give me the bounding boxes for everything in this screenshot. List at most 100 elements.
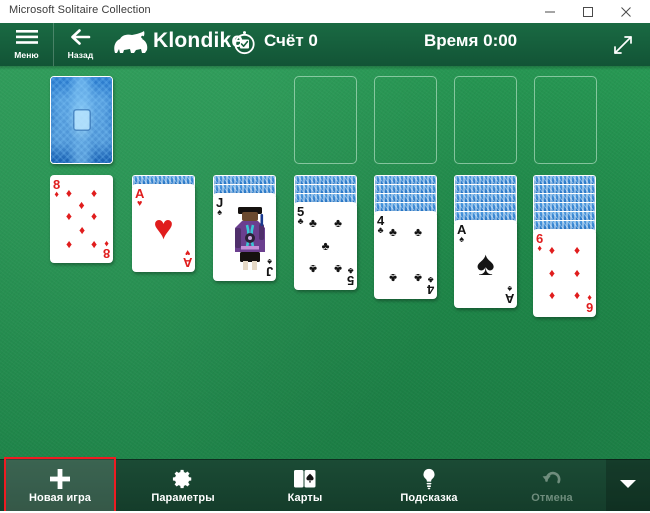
card-pip: ♣	[414, 225, 423, 240]
card-corner-bottom: 8 ♦	[102, 239, 110, 261]
options-label: Параметры	[151, 492, 215, 504]
minimize-icon	[545, 11, 555, 12]
table-top-shadow	[0, 66, 650, 70]
score-display: Счёт 0	[264, 31, 318, 50]
card-face: 8 ♦ 8 ♦ ♦ ♦ ♦ ♦ ♦ ♦ ♦ ♦	[50, 175, 113, 263]
card-pip: ♦	[65, 237, 72, 252]
card-pip: ♦	[574, 243, 581, 258]
foundation-slot-1[interactable]	[294, 76, 357, 164]
plus-icon	[49, 468, 71, 490]
card-corner-bottom: 4 ♣	[426, 275, 434, 297]
card-pip: ♦	[78, 197, 85, 212]
card-corner-top: 6 ♦	[536, 231, 544, 253]
tableau-card-col-2[interactable]: A ♥ A ♥ ♥	[132, 184, 195, 272]
foundation-slot-3[interactable]	[454, 76, 517, 164]
card-corner-bottom: A ♥	[182, 248, 192, 270]
card-pip: ♣	[308, 216, 317, 231]
score-badge-icon	[232, 30, 257, 55]
court-figure	[227, 205, 273, 273]
card-pip: ♣	[308, 261, 317, 276]
card-face: 6 ♦ 6 ♦ ♦ ♦ ♦ ♦ ♦ ♦	[533, 229, 596, 317]
polar-bear-icon	[112, 31, 150, 57]
tableau-card-col-4[interactable]: 5 ♣ 5 ♣ ♣ ♣ ♣ ♣ ♣	[294, 202, 357, 290]
tableau-card-col-5[interactable]: 4 ♣ 4 ♣ ♣ ♣ ♣ ♣	[374, 211, 437, 299]
foundation-slot-2[interactable]	[374, 76, 437, 164]
back-arrow-icon	[70, 29, 92, 49]
new-game-label: Новая игра	[28, 492, 92, 504]
card-pip: ♦	[65, 186, 72, 201]
card-corner-bottom: 6 ♦	[585, 293, 593, 315]
tableau-card-col-7[interactable]: 6 ♦ 6 ♦ ♦ ♦ ♦ ♦ ♦ ♦	[533, 229, 596, 317]
card-corner-top: A ♥	[135, 186, 145, 208]
hint-label: Подсказка	[400, 492, 458, 504]
card-pip: ♣	[388, 225, 397, 240]
card-corner-bottom: A ♠	[504, 284, 514, 306]
gear-icon	[172, 468, 194, 490]
stock-pile[interactable]	[50, 76, 113, 164]
options-button[interactable]: Параметры	[128, 459, 238, 513]
window-title: Microsoft Solitaire Collection	[9, 4, 151, 16]
back-button-label: Назад	[67, 50, 94, 60]
new-game-button[interactable]: Новая игра	[6, 459, 114, 513]
card-pip: ♣	[321, 239, 330, 253]
undo-label: Отмена	[531, 492, 573, 504]
card-pip: ♦	[574, 288, 581, 303]
card-pip: ♦	[78, 224, 85, 239]
solitaire-window: Microsoft Solitaire Collection Меню Наза…	[0, 0, 650, 513]
card-corner-top: 5 ♣	[297, 204, 305, 226]
card-pip: ♣	[388, 270, 397, 285]
undo-icon	[540, 468, 564, 490]
card-pip: ♦	[574, 266, 581, 280]
card-pip: ♦	[65, 209, 72, 224]
card-face: 4 ♣ 4 ♣ ♣ ♣ ♣ ♣	[374, 211, 437, 299]
cards-button[interactable]: Карты	[255, 459, 355, 513]
lightbulb-icon	[420, 468, 438, 490]
card-pip: ♦	[91, 186, 98, 201]
card-corner-top: 8 ♦	[53, 177, 61, 199]
close-icon	[621, 6, 631, 17]
menu-button[interactable]: Меню	[0, 23, 53, 66]
tableau-card-col-6[interactable]: A ♠ A ♠ ♠	[454, 220, 517, 308]
card-corner-top: A ♠	[457, 222, 467, 244]
undo-button: Отмена	[500, 459, 604, 513]
foundation-slot-4[interactable]	[534, 76, 597, 164]
card-pip: ♥	[153, 209, 174, 247]
card-corner-top: J ♠	[216, 195, 224, 217]
tableau-card-col-3[interactable]: J ♠ J ♠	[213, 193, 276, 281]
minimize-button[interactable]	[532, 0, 568, 23]
close-button[interactable]	[608, 0, 644, 23]
card-face: A ♠ A ♠ ♠	[454, 220, 517, 308]
hint-button[interactable]: Подсказка	[370, 459, 488, 513]
card-corner-bottom: 5 ♣	[346, 266, 354, 288]
expand-diagonal-icon[interactable]	[611, 33, 635, 57]
card-face: A ♥ A ♥ ♥	[132, 184, 195, 272]
chevron-down-icon	[619, 477, 637, 495]
card-pip: ♣	[334, 216, 343, 231]
card-back-emblem	[74, 110, 89, 130]
card-pip: ♠	[476, 245, 495, 283]
menu-button-label: Меню	[14, 49, 39, 60]
card-pip: ♦	[548, 243, 555, 258]
card-pip: ♦	[91, 209, 98, 224]
game-table: 8 ♦ 8 ♦ ♦ ♦ ♦ ♦ ♦ ♦ ♦ ♦ A ♥ A ♥ ♥ J ♠ J ♠ 5 ♣ 5 ♣ ♣ ♣ ♣ ♣ ♣ 4 ♣ 4 ♣ ♣ ♣ ♣ ♣ A ♠…	[0, 66, 650, 459]
card-face: 5 ♣ 5 ♣ ♣ ♣ ♣ ♣ ♣	[294, 202, 357, 290]
window-titlebar: Microsoft Solitaire Collection	[0, 0, 650, 24]
back-button[interactable]: Назад	[53, 23, 107, 66]
toolbar-expander-button[interactable]	[606, 459, 650, 513]
tableau-card-col-1[interactable]: 8 ♦ 8 ♦ ♦ ♦ ♦ ♦ ♦ ♦ ♦ ♦	[50, 175, 113, 263]
hamburger-icon	[15, 29, 38, 49]
card-pip: ♣	[414, 270, 423, 285]
card-pip: ♣	[334, 261, 343, 276]
card-pip: ♦	[91, 237, 98, 252]
card-pip: ♦	[548, 266, 555, 280]
card-corner-top: 4 ♣	[377, 213, 385, 235]
waste-pile[interactable]	[132, 76, 195, 164]
game-title: Klondike	[153, 29, 244, 52]
cards-icon	[293, 468, 317, 490]
card-face: J ♠ J ♠	[213, 193, 276, 281]
card-pip: ♦	[548, 288, 555, 303]
maximize-button[interactable]	[570, 0, 606, 23]
time-display: Время 0:00	[424, 31, 518, 50]
cards-label: Карты	[287, 492, 323, 504]
maximize-icon	[583, 6, 593, 17]
